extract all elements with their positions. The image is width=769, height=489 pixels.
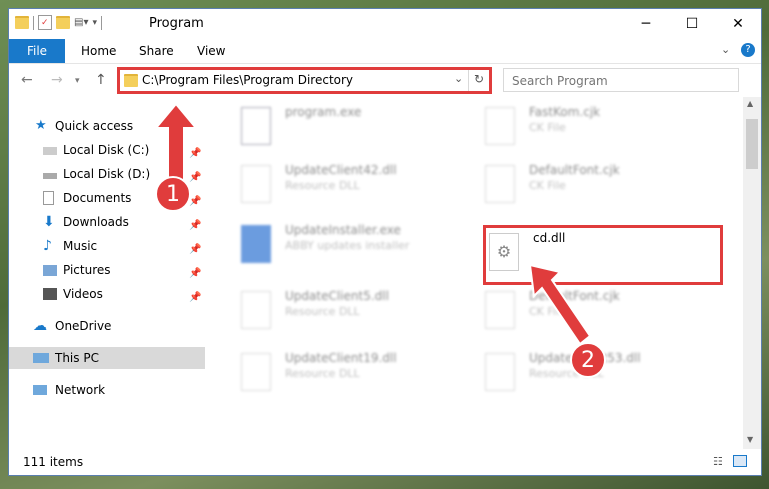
arrow-diagonal-icon: [528, 263, 592, 346]
annotation-arrows: [153, 102, 592, 346]
step-badge-1: 1: [155, 176, 191, 212]
step-badge-2: 2: [570, 342, 606, 378]
